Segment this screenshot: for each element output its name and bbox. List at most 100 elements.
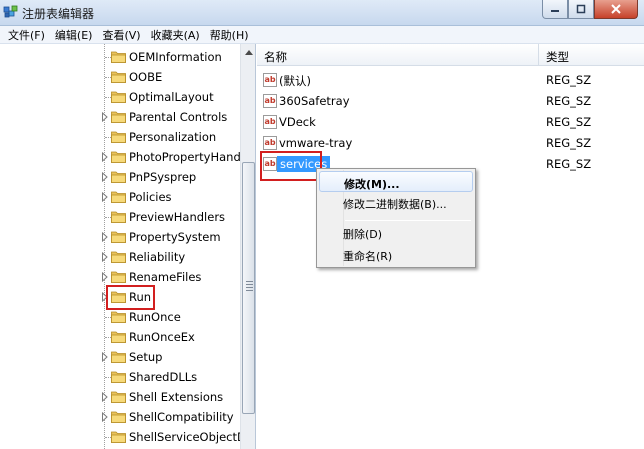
context-separator	[345, 220, 471, 221]
menu-file[interactable]: 文件(F)	[3, 27, 50, 43]
context-delete-label: 删除(D)	[343, 228, 383, 241]
column-name-header[interactable]: 名称	[264, 49, 287, 65]
maximize-button[interactable]	[568, 0, 594, 19]
scroll-thumb[interactable]	[242, 162, 255, 414]
scroll-up-button[interactable]	[241, 44, 255, 60]
folder-icon	[111, 211, 126, 223]
value-row[interactable]: ab VDeck REG_SZ	[257, 112, 644, 133]
folder-icon	[111, 131, 126, 143]
menu-help[interactable]: 帮助(H)	[205, 27, 254, 43]
expand-arrow-icon[interactable]	[101, 292, 109, 302]
tree-item[interactable]: ShellServiceObjectDelay	[0, 427, 255, 447]
tree-item[interactable]: Personalization	[0, 127, 240, 147]
value-type: REG_SZ	[546, 136, 592, 150]
tree-item[interactable]: PropertySystem	[0, 227, 240, 247]
value-row[interactable]: ab 360Safetray REG_SZ	[257, 91, 644, 112]
maximize-icon	[576, 4, 586, 14]
tree-item-label: PreviewHandlers	[129, 210, 226, 224]
context-rename-label: 重命名(R)	[343, 250, 393, 263]
tree-item-label: Setup	[129, 350, 163, 364]
value-name: VDeck	[279, 115, 316, 129]
tree-item-label: PhotoPropertyHandler	[129, 150, 256, 164]
context-menu: 修改(M)... 修改二进制数据(B)... 删除(D) 重命名(R)	[316, 168, 476, 268]
tree-item[interactable]: Parental Controls	[0, 107, 240, 127]
column-divider[interactable]	[538, 44, 539, 66]
expand-arrow-icon[interactable]	[101, 152, 109, 162]
tree-item[interactable]: OOBE	[0, 67, 240, 87]
menu-favorites[interactable]: 收藏夹(A)	[146, 27, 205, 43]
value-name: 360Safetray	[279, 94, 350, 108]
expand-arrow-icon[interactable]	[101, 252, 109, 262]
expand-arrow-icon[interactable]	[101, 112, 109, 122]
window-controls	[542, 0, 638, 20]
tree-item-label: RunOnceEx	[129, 330, 195, 344]
value-row[interactable]: ab (默认) REG_SZ	[257, 70, 644, 91]
close-button[interactable]	[594, 0, 638, 19]
expand-arrow-icon[interactable]	[101, 412, 109, 422]
close-icon	[611, 4, 621, 14]
context-modify-binary[interactable]: 修改二进制数据(B)...	[319, 192, 473, 213]
tree-item-label: OOBE	[129, 70, 163, 84]
menu-bar: 文件(F) 编辑(E) 查看(V) 收藏夹(A) 帮助(H)	[0, 26, 644, 44]
menu-view[interactable]: 查看(V)	[97, 27, 145, 43]
folder-icon	[111, 411, 126, 423]
expand-arrow-icon[interactable]	[101, 192, 109, 202]
menu-edit[interactable]: 编辑(E)	[50, 27, 98, 43]
scroll-up-icon	[245, 50, 253, 55]
string-value-icon: ab	[263, 136, 277, 150]
minimize-icon	[551, 10, 559, 12]
folder-icon	[111, 91, 126, 103]
column-type-header[interactable]: 类型	[546, 49, 569, 65]
tree-item-label: PropertySystem	[129, 230, 221, 244]
value-type: REG_SZ	[546, 115, 592, 129]
value-type: REG_SZ	[546, 94, 592, 108]
tree-item[interactable]: PreviewHandlers	[0, 207, 240, 227]
column-header: 名称 类型	[257, 44, 644, 66]
context-modify-binary-label: 修改二进制数据(B)...	[343, 198, 447, 211]
window-title: 注册表编辑器	[22, 7, 95, 21]
tree-item[interactable]: ShellCompatibility	[0, 407, 240, 427]
folder-icon	[111, 351, 126, 363]
key-tree-pane[interactable]: OEMInformation OOBE OptimalLayout Parental …	[0, 44, 256, 449]
string-value-icon: ab	[263, 157, 277, 171]
tree-item[interactable]: OptimalLayout	[0, 87, 240, 107]
tree-item[interactable]: RunOnceEx	[0, 327, 240, 347]
expand-arrow-icon[interactable]	[101, 232, 109, 242]
tree-item[interactable]: SharedDLLs	[0, 367, 240, 387]
folder-icon	[111, 291, 126, 303]
tree-item[interactable]: Reliability	[0, 247, 240, 267]
tree-item-label: OEMInformation	[129, 50, 222, 64]
value-row[interactable]: ab vmware-tray REG_SZ	[257, 133, 644, 154]
context-delete[interactable]: 删除(D)	[319, 222, 473, 243]
folder-icon	[111, 191, 126, 203]
tree-item[interactable]: Policies	[0, 187, 240, 207]
tree-scrollbar[interactable]	[240, 44, 255, 449]
folder-icon	[111, 311, 126, 323]
context-rename[interactable]: 重命名(R)	[319, 244, 473, 265]
tree-item[interactable]: PhotoPropertyHandler	[0, 147, 255, 167]
string-value-icon: ab	[263, 73, 277, 87]
folder-icon	[111, 231, 126, 243]
context-modify[interactable]: 修改(M)...	[319, 171, 473, 192]
expand-arrow-icon[interactable]	[101, 272, 109, 282]
tree-item[interactable]: OEMInformation	[0, 47, 240, 67]
tree-item[interactable]: Setup	[0, 347, 240, 367]
tree-item-label: RenameFiles	[129, 270, 202, 284]
title-bar: 注册表编辑器	[0, 0, 644, 26]
minimize-button[interactable]	[542, 0, 568, 19]
expand-arrow-icon[interactable]	[101, 392, 109, 402]
expand-arrow-icon[interactable]	[101, 172, 109, 182]
folder-icon	[111, 171, 126, 183]
tree-item[interactable]: Shell Extensions	[0, 387, 240, 407]
tree-item[interactable]: Run	[0, 287, 240, 307]
tree-item-label: Run	[129, 290, 152, 304]
tree-item[interactable]: PnPSysprep	[0, 167, 240, 187]
tree-item-label: Parental Controls	[129, 110, 228, 124]
folder-icon	[111, 371, 126, 383]
tree-item[interactable]: RenameFiles	[0, 267, 240, 287]
tree-item-label: SharedDLLs	[129, 370, 198, 384]
folder-icon	[111, 271, 126, 283]
expand-arrow-icon[interactable]	[101, 352, 109, 362]
tree-item[interactable]: RunOnce	[0, 307, 240, 327]
folder-icon	[111, 251, 126, 263]
